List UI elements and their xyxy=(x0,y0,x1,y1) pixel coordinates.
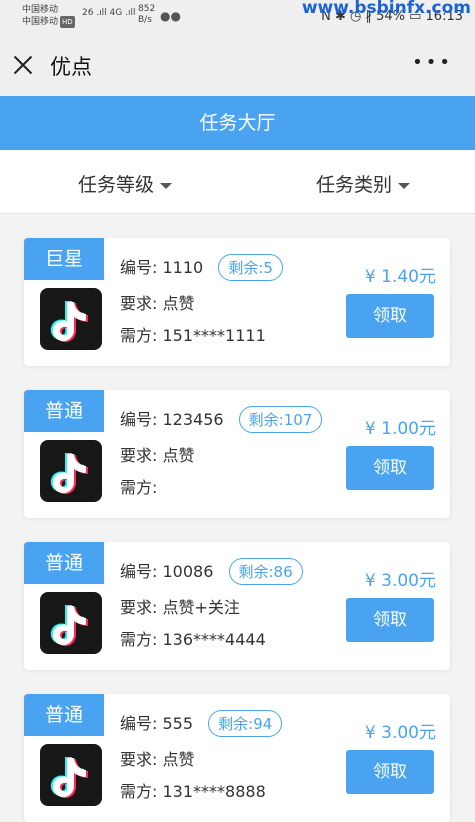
remaining-badge: 剩余:5 xyxy=(218,254,283,281)
caret-down-icon xyxy=(160,182,173,189)
tiktok-icon xyxy=(40,440,102,502)
task-requirement-label: 要求: xyxy=(120,446,158,465)
task-requirement-row: 要求: 点赞 xyxy=(120,746,195,770)
task-id-label: 编号: xyxy=(120,410,158,429)
task-from-row: 需方: 151****1111 xyxy=(120,322,266,346)
task-id-row: 编号: 10086 剩余:86 xyxy=(120,558,303,585)
caret-down-icon xyxy=(398,182,411,189)
task-price: ¥ 3.00元 xyxy=(364,723,436,743)
task-price: ¥ 1.00元 xyxy=(364,419,436,439)
remaining-badge: 剩余:94 xyxy=(208,710,283,737)
task-requirement: 点赞 xyxy=(162,294,195,313)
task-from-row: 需方: 136****4444 xyxy=(120,626,266,650)
task-from-row: 需方: 131****8888 xyxy=(120,778,266,802)
filter-level-label: 任务等级 xyxy=(78,174,155,196)
page-title: 优点 xyxy=(50,55,92,79)
task-id-label: 编号: xyxy=(120,714,158,733)
claim-button[interactable]: 领取 xyxy=(346,598,434,642)
task-from: 136****4444 xyxy=(162,630,266,649)
task-requirement-label: 要求: xyxy=(120,294,158,313)
remaining-badge: 剩余:86 xyxy=(228,558,303,585)
task-price: ¥ 1.40元 xyxy=(364,267,436,287)
task-tag: 普通 xyxy=(24,694,104,736)
task-requirement: 点赞+关注 xyxy=(162,598,240,617)
banner-title: 任务大厅 xyxy=(0,96,475,150)
task-id: 123456 xyxy=(162,410,224,429)
carrier-info: 中国移动 中国移动 HD xyxy=(22,4,75,28)
task-from-label: 需方: xyxy=(120,326,158,345)
task-requirement-row: 要求: 点赞 xyxy=(120,442,195,466)
task-price: ¥ 3.00元 xyxy=(364,571,436,591)
status-bar: 中国移动 中国移动 HD 26 .ıll 4G .ıll 852 B/s ●● N… xyxy=(0,0,475,34)
watermark: www.bsbinfx.com xyxy=(301,0,471,18)
filter-level[interactable]: 任务等级 xyxy=(78,170,173,197)
tiktok-icon xyxy=(40,744,102,806)
task-card: 巨星 编号: 1110 剩余:5 要求: 点赞 需方: 151****1111 … xyxy=(24,238,450,366)
claim-button[interactable]: 领取 xyxy=(346,294,434,338)
task-from-label: 需方: xyxy=(120,478,158,497)
hd-badge: HD xyxy=(60,16,75,28)
task-from-row: 需方: xyxy=(120,474,157,498)
filter-category[interactable]: 任务类别 xyxy=(316,170,411,197)
task-id-row: 编号: 123456 剩余:107 xyxy=(120,406,323,433)
signal-icon: 26 .ıll 4G .ıll xyxy=(82,8,136,18)
title-bar: 优点 ••• xyxy=(0,34,475,96)
close-icon[interactable] xyxy=(10,52,36,78)
task-from-label: 需方: xyxy=(120,630,158,649)
task-card: 普通 编号: 10086 剩余:86 要求: 点赞+关注 需方: 136****… xyxy=(24,542,450,670)
filter-bar: 任务等级 任务类别 xyxy=(0,150,475,214)
carrier-1: 中国移动 xyxy=(22,5,59,15)
task-id: 1110 xyxy=(162,258,204,277)
task-id-label: 编号: xyxy=(120,258,158,277)
task-requirement-label: 要求: xyxy=(120,750,158,769)
task-tag: 普通 xyxy=(24,390,104,432)
more-icon[interactable]: ••• xyxy=(412,54,453,72)
task-from: 131****8888 xyxy=(162,782,266,801)
task-id: 555 xyxy=(162,714,194,733)
task-tag: 巨星 xyxy=(24,238,104,280)
remaining-badge: 剩余:107 xyxy=(238,406,323,433)
speed-value: 852 xyxy=(138,4,156,14)
carrier-2: 中国移动 xyxy=(22,17,59,27)
tiktok-icon xyxy=(40,592,102,654)
task-requirement-row: 要求: 点赞+关注 xyxy=(120,594,240,618)
task-from: 151****1111 xyxy=(162,326,266,345)
task-from-label: 需方: xyxy=(120,782,158,801)
task-id-row: 编号: 1110 剩余:5 xyxy=(120,254,283,281)
task-card: 普通 编号: 555 剩余:94 要求: 点赞 需方: 131****8888 … xyxy=(24,694,450,822)
claim-button[interactable]: 领取 xyxy=(346,446,434,490)
task-id: 10086 xyxy=(162,562,214,581)
task-requirement-row: 要求: 点赞 xyxy=(120,290,195,314)
task-requirement-label: 要求: xyxy=(120,598,158,617)
tiktok-icon xyxy=(40,288,102,350)
wechat-icon: ●● xyxy=(160,9,181,23)
speed-unit: B/s xyxy=(138,15,152,25)
task-requirement: 点赞 xyxy=(162,446,195,465)
task-requirement: 点赞 xyxy=(162,750,195,769)
task-tag: 普通 xyxy=(24,542,104,584)
filter-category-label: 任务类别 xyxy=(316,174,393,196)
task-card: 普通 编号: 123456 剩余:107 要求: 点赞 需方: ¥ 1.00元 … xyxy=(24,390,450,518)
network-speed: 852 B/s xyxy=(138,4,155,26)
task-id-label: 编号: xyxy=(120,562,158,581)
claim-button[interactable]: 领取 xyxy=(346,750,434,794)
task-id-row: 编号: 555 剩余:94 xyxy=(120,710,283,737)
